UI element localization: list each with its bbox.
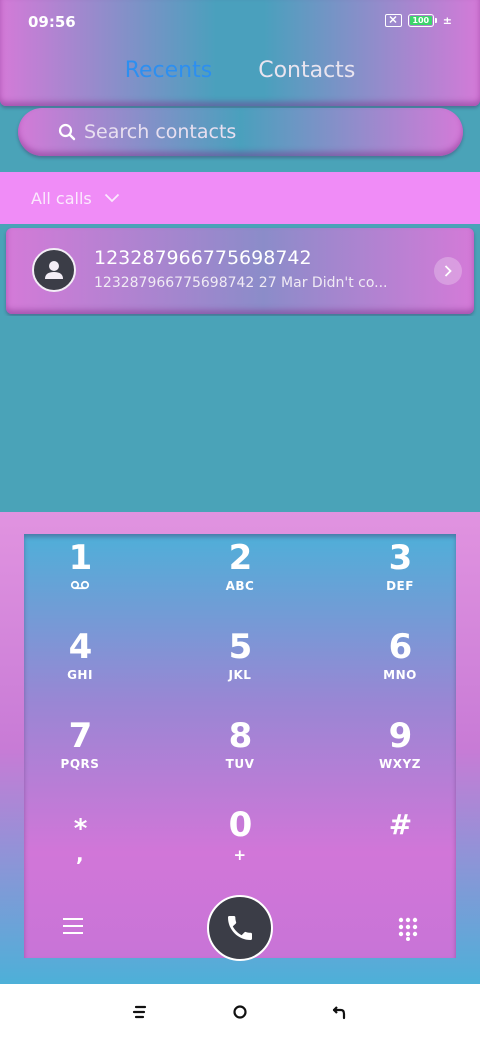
recent-apps-icon — [132, 1005, 147, 1019]
key-digit: 2 — [228, 538, 253, 578]
tab-recents[interactable]: Recents — [125, 58, 213, 83]
key-letters: MNO — [383, 668, 417, 682]
person-icon — [45, 261, 63, 279]
phone-icon — [228, 916, 252, 940]
battery-icon: 100 — [407, 14, 434, 27]
battery-tip — [434, 18, 437, 23]
chevron-right-icon — [444, 265, 452, 277]
key-digit: 0 — [228, 805, 253, 845]
recents-empty-area — [0, 316, 480, 512]
key-digit: # — [388, 808, 412, 841]
key-digit: 7 — [68, 716, 93, 756]
key-4[interactable]: 4 GHI — [20, 630, 140, 682]
key-digit: 4 — [68, 627, 93, 667]
key-0[interactable]: 0 + — [180, 808, 300, 864]
key-digit: 1 — [68, 538, 93, 578]
key-7[interactable]: 7 PQRS — [20, 719, 140, 771]
no-sim-icon — [384, 14, 402, 27]
system-nav-bar — [0, 984, 480, 1040]
key-letters: DEF — [386, 579, 414, 593]
key-letters: , — [75, 842, 85, 866]
key-letters: TUV — [225, 757, 255, 771]
search-icon — [58, 123, 76, 141]
key-digit: 8 — [228, 716, 253, 756]
key-digit: 9 — [388, 716, 413, 756]
key-6[interactable]: 6 MNO — [340, 630, 460, 682]
recent-call-item[interactable]: 123287966775698742 123287966775698742 27… — [6, 228, 474, 314]
key-letters: + — [233, 846, 247, 864]
filter-band: All calls — [0, 172, 480, 224]
key-star[interactable]: * , — [20, 812, 140, 866]
key-digit: 6 — [388, 627, 413, 667]
back-button[interactable] — [328, 1002, 352, 1022]
dialpad-icon[interactable] — [398, 917, 418, 941]
search-bar[interactable]: Search contacts — [18, 108, 463, 156]
key-2[interactable]: 2 ABC — [180, 541, 300, 593]
key-letters: JKL — [228, 668, 252, 682]
key-letters: PQRS — [60, 757, 100, 771]
key-digit: * — [73, 814, 88, 844]
recent-apps-button[interactable] — [128, 1002, 152, 1022]
key-5[interactable]: 5 JKL — [180, 630, 300, 682]
call-filter-dropdown[interactable]: All calls — [31, 189, 92, 208]
key-hash[interactable]: # — [340, 808, 460, 842]
key-8[interactable]: 8 TUV — [180, 719, 300, 771]
key-3[interactable]: 3 DEF — [340, 541, 460, 593]
call-button[interactable] — [207, 895, 273, 961]
caller-number: 123287966775698742 — [94, 247, 312, 269]
key-digit: 5 — [228, 627, 253, 667]
status-icons: 100 ± — [384, 14, 452, 27]
avatar — [32, 248, 76, 292]
menu-icon[interactable] — [62, 917, 84, 935]
key-digit: 3 — [388, 538, 413, 578]
voicemail-icon — [70, 580, 90, 590]
battery-level: 100 — [412, 15, 430, 25]
top-header: 09:56 100 ± Recents Contacts — [0, 0, 480, 106]
home-icon — [233, 1005, 247, 1019]
key-1[interactable]: 1 — [20, 541, 140, 594]
back-icon — [332, 1006, 346, 1020]
search-input[interactable]: Search contacts — [84, 121, 236, 143]
key-letters: GHI — [67, 668, 93, 682]
data-activity-icon: ± — [442, 14, 452, 27]
home-button[interactable] — [228, 1002, 252, 1022]
status-time: 09:56 — [28, 13, 76, 31]
tab-contacts[interactable]: Contacts — [258, 58, 355, 83]
tab-bar: Recents Contacts — [0, 58, 480, 83]
key-letters: WXYZ — [379, 757, 421, 771]
key-letters: ABC — [225, 579, 255, 593]
call-details: 123287966775698742 27 Mar Didn't co... — [94, 275, 388, 291]
call-detail-button[interactable] — [434, 257, 462, 285]
chevron-down-icon[interactable] — [104, 193, 120, 203]
key-9[interactable]: 9 WXYZ — [340, 719, 460, 771]
